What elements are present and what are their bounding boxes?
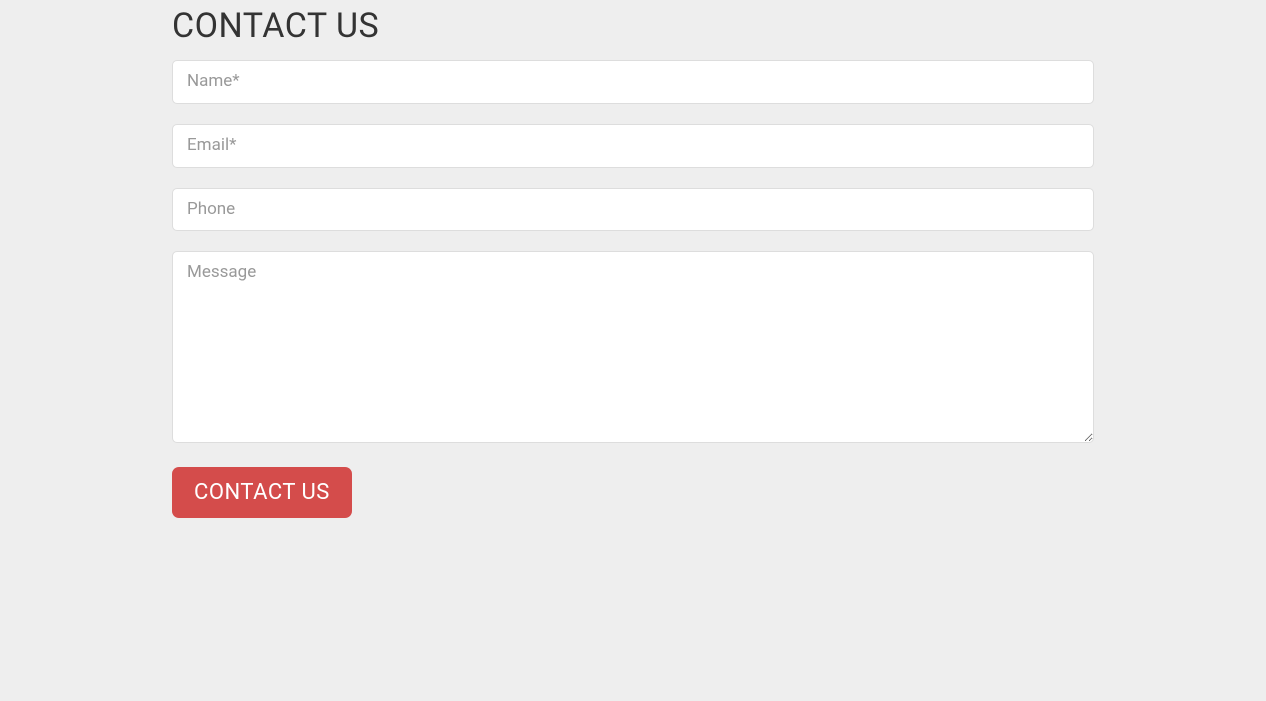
phone-input[interactable] (172, 188, 1094, 232)
email-input[interactable] (172, 124, 1094, 168)
submit-button[interactable]: CONTACT US (172, 467, 352, 518)
form-group-email (172, 124, 1094, 168)
page-title: CONTACT US (172, 0, 1094, 60)
form-group-name (172, 60, 1094, 104)
message-textarea[interactable] (172, 251, 1094, 443)
name-input[interactable] (172, 60, 1094, 104)
form-group-message (172, 251, 1094, 447)
contact-form-container: CONTACT US CONTACT US (172, 0, 1094, 518)
form-group-phone (172, 188, 1094, 232)
contact-form: CONTACT US (172, 60, 1094, 518)
